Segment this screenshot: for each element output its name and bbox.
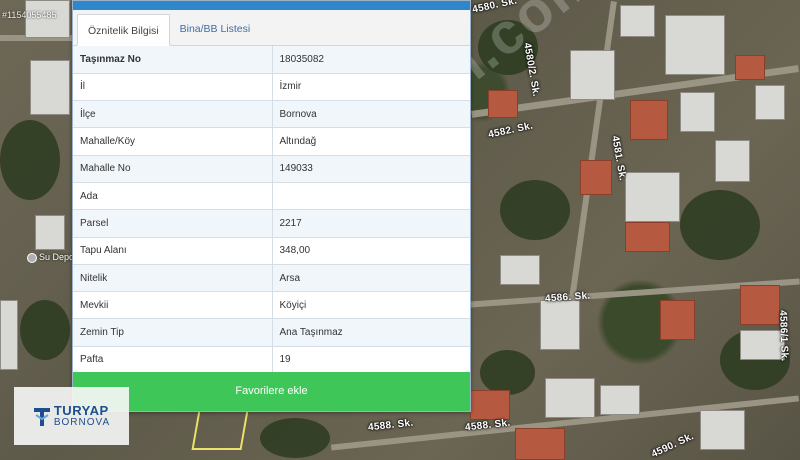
listing-id-watermark: #1154055485 (2, 10, 57, 20)
parcel-outline (191, 410, 249, 450)
table-row: İl İzmir (73, 73, 470, 102)
poi-pin-icon (27, 252, 37, 263)
attribute-key: Mahalle No (73, 155, 273, 183)
tab-oznitelik-bilgisi[interactable]: Öznitelik Bilgisi (77, 14, 170, 46)
panel-tabs: Öznitelik Bilgisi Bina/BB Listesi (73, 10, 470, 46)
attribute-key: Pafta (73, 346, 273, 374)
street-label: 4582. Sk. (487, 120, 535, 141)
attribute-key: Mevkii (73, 291, 273, 320)
attribute-table: Taşınmaz No 18035082 İl İzmir İlçe Bornova Mah… (73, 46, 470, 374)
logo-line-1: TURYAP (53, 403, 109, 418)
building (30, 60, 70, 115)
attribute-value: Arsa (272, 264, 470, 293)
attribute-value: 348,00 (272, 237, 470, 265)
panel-header-bar (73, 1, 470, 10)
street-label: 4586/1 Sk. (777, 310, 790, 362)
building (0, 300, 18, 370)
add-to-favorites-button[interactable]: Favorilere ekle (73, 372, 470, 411)
building (755, 85, 785, 120)
turyap-logo-icon (33, 408, 50, 426)
building (660, 300, 695, 340)
attribute-key: Zemin Tip (73, 318, 273, 347)
building (740, 285, 780, 325)
building (600, 385, 640, 415)
tree (680, 190, 760, 260)
tab-bina-bb-listesi[interactable]: Bina/BB Listesi (170, 13, 261, 45)
attribute-key: İlçe (73, 100, 273, 129)
table-row: Taşınmaz No 18035082 (73, 46, 470, 74)
table-row: Zemin Tip Ana Taşınmaz (73, 318, 470, 347)
building (545, 378, 595, 418)
building (488, 90, 518, 118)
attribute-value: 149033 (272, 155, 470, 183)
attribute-value: 19 (272, 346, 470, 374)
table-row: İlçe Bornova (73, 100, 470, 129)
table-row: Nitelik Arsa (73, 264, 470, 293)
attribute-key: Mahalle/Köy (73, 127, 273, 156)
attribute-key: Parsel (73, 209, 273, 238)
attribute-key: Ada (73, 182, 273, 211)
turyap-logo: TURYAP BORNOVA (14, 387, 129, 445)
building (625, 172, 680, 222)
building (715, 140, 750, 182)
road (569, 1, 617, 299)
attribute-value: İzmir (272, 73, 470, 102)
table-row: Tapu Alanı 348,00 (73, 237, 470, 265)
building (540, 300, 580, 350)
tree (20, 300, 70, 360)
tree (500, 180, 570, 240)
building (515, 428, 565, 460)
building (500, 255, 540, 285)
table-row: Mahalle No 149033 (73, 155, 470, 183)
street-label: 4588. Sk. (367, 417, 414, 434)
building (735, 55, 765, 80)
building (580, 160, 612, 195)
attribute-value: Ana Taşınmaz (272, 318, 470, 347)
parcel-info-panel: Öznitelik Bilgisi Bina/BB Listesi Taşınm… (72, 0, 471, 412)
building (630, 100, 668, 140)
attribute-key: Nitelik (73, 264, 273, 293)
logo-line-2: BORNOVA (53, 417, 111, 428)
building (35, 215, 65, 250)
attribute-key: Taşınmaz No (73, 46, 273, 74)
table-row: Parsel 2217 (73, 209, 470, 238)
tree (480, 350, 535, 395)
building (625, 222, 670, 252)
building (665, 15, 725, 75)
attribute-value: Bornova (272, 100, 470, 129)
attribute-value: Köyiçi (272, 291, 470, 320)
building (620, 5, 655, 37)
table-row: Pafta 19 (73, 346, 470, 374)
street-label: 4586. Sk. (544, 290, 591, 305)
building (680, 92, 715, 132)
attribute-table-wrap[interactable]: Taşınmaz No 18035082 İl İzmir İlçe Bornova Mah… (73, 46, 470, 374)
attribute-key: İl (73, 73, 273, 102)
tree (0, 120, 60, 200)
tree (260, 418, 330, 458)
table-row: Mevkii Köyiçi (73, 291, 470, 320)
table-row: Mahalle/Köy Altındağ (73, 127, 470, 156)
attribute-key: Tapu Alanı (73, 237, 273, 265)
attribute-value: 18035082 (272, 46, 470, 74)
attribute-value: 2217 (272, 209, 470, 238)
building (700, 410, 745, 450)
attribute-value: Altındağ (272, 127, 470, 156)
attribute-value (272, 182, 470, 211)
table-row: Ada (73, 182, 470, 211)
building (470, 390, 510, 420)
building (570, 50, 615, 100)
street-label: 4590. Sk. (649, 430, 696, 460)
